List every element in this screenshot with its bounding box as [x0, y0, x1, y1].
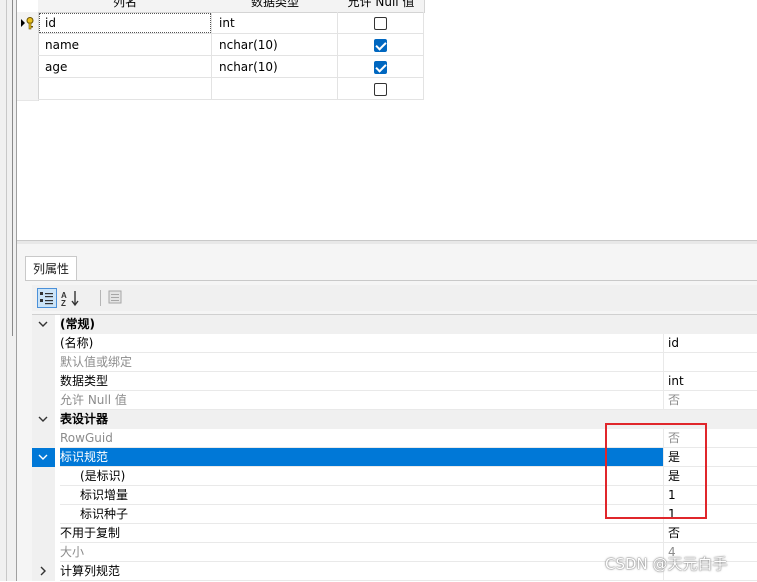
property-pages-button[interactable] — [106, 288, 126, 308]
property-name: 大小 — [60, 543, 663, 562]
property-name: 不用于复制 — [60, 524, 663, 543]
svg-text:Z: Z — [61, 299, 66, 308]
data-type-cell[interactable]: int — [212, 12, 338, 34]
property-value[interactable]: int — [663, 372, 757, 391]
column-name-cell[interactable]: age — [38, 56, 212, 78]
sort-az-icon: A Z — [61, 291, 79, 308]
row-gutter — [32, 353, 55, 372]
allow-null-checkbox[interactable] — [374, 61, 387, 74]
sort-alphabetical-button[interactable]: A Z — [60, 288, 82, 308]
property-name: 标识规范 — [60, 448, 663, 467]
property-name: 表设计器 — [60, 410, 663, 429]
property-row[interactable]: 数据类型 int — [32, 372, 757, 391]
chevron-right-icon[interactable] — [38, 566, 48, 576]
allow-null-cell[interactable] — [338, 78, 424, 100]
column-properties-panel: 列属性 A Z (常规) (名称) id 默认值或绑定 数据类型 int 允许 … — [17, 244, 757, 582]
row-selector[interactable] — [17, 56, 39, 79]
row-gutter — [32, 543, 55, 562]
row-gutter — [32, 486, 55, 505]
chevron-down-icon[interactable] — [38, 452, 48, 462]
data-type-cell[interactable]: nchar(10) — [212, 34, 338, 56]
column-grid: 列名 数据类型 允许 Null 值 id int name nchar(10) … — [17, 0, 757, 240]
row-gutter — [32, 429, 55, 448]
property-name: (名称) — [60, 334, 663, 353]
row-gutter — [32, 467, 55, 486]
row-gutter — [32, 372, 55, 391]
property-row[interactable]: 允许 Null 值否 — [32, 391, 757, 410]
property-value[interactable]: id — [663, 334, 757, 353]
allow-null-checkbox[interactable] — [374, 83, 387, 96]
row-selector[interactable] — [17, 34, 39, 57]
row-gutter — [32, 391, 55, 410]
column-name-cell[interactable]: id — [38, 12, 212, 34]
allow-null-cell[interactable] — [338, 12, 424, 34]
row-gutter — [32, 315, 55, 334]
allow-null-checkbox[interactable] — [374, 39, 387, 52]
data-type-cell[interactable] — [212, 78, 338, 100]
chevron-down-icon[interactable] — [38, 414, 48, 424]
row-gutter — [32, 524, 55, 543]
categorized-button[interactable] — [37, 288, 57, 308]
row-gutter — [32, 448, 55, 467]
property-name: (常规) — [60, 315, 663, 334]
row-selector[interactable] — [17, 78, 39, 101]
categorized-icon — [40, 292, 53, 305]
properties-toolbar: A Z — [32, 285, 757, 311]
property-pages-icon — [108, 290, 122, 304]
property-value — [663, 315, 757, 334]
watermark: CSDN @天元白手 — [605, 555, 728, 573]
property-value[interactable] — [663, 353, 757, 372]
data-type-cell[interactable]: nchar(10) — [212, 56, 338, 78]
property-value[interactable]: 否 — [663, 391, 757, 410]
property-value[interactable]: 否 — [663, 524, 757, 543]
primary-key-icon — [21, 17, 34, 30]
property-name: 标识增量 — [60, 486, 663, 505]
column-name-cell[interactable]: name — [38, 34, 212, 56]
chevron-down-icon[interactable] — [38, 319, 48, 329]
property-name: 数据类型 — [60, 372, 663, 391]
row-selector[interactable] — [17, 12, 39, 35]
property-row[interactable]: 默认值或绑定 — [32, 353, 757, 372]
highlight-annotation-box — [605, 423, 707, 519]
property-category-row[interactable]: (常规) — [32, 315, 757, 334]
property-name: 标识种子 — [60, 505, 663, 524]
column-name-cell[interactable] — [38, 78, 212, 100]
row-gutter — [32, 505, 55, 524]
property-name: (是标识) — [60, 467, 663, 486]
row-gutter — [32, 562, 55, 581]
allow-null-cell[interactable] — [338, 34, 424, 56]
tab-column-properties[interactable]: 列属性 — [25, 256, 77, 281]
property-row[interactable]: 不用于复制否 — [32, 524, 757, 543]
property-name: RowGuid — [60, 429, 663, 448]
property-name: 计算列规范 — [60, 562, 663, 581]
allow-null-cell[interactable] — [338, 56, 424, 78]
row-gutter — [32, 410, 55, 429]
property-row[interactable]: (名称) id — [32, 334, 757, 353]
property-name: 默认值或绑定 — [60, 353, 663, 372]
row-gutter — [32, 334, 55, 353]
left-splitter[interactable] — [0, 0, 17, 581]
property-name: 允许 Null 值 — [60, 391, 663, 410]
allow-null-checkbox[interactable] — [374, 17, 387, 30]
